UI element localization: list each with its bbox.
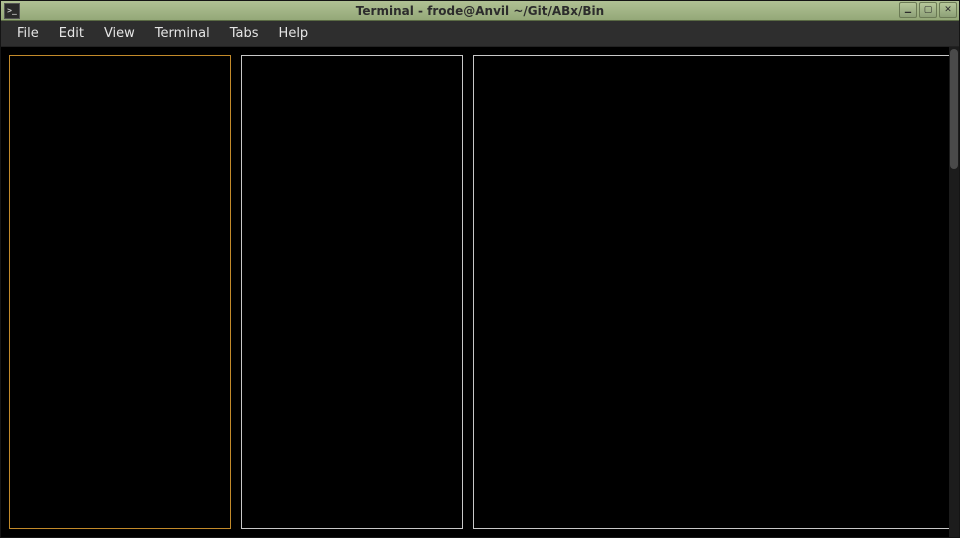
terminal-pane-3[interactable] xyxy=(473,55,951,529)
window-title: Terminal - frode@Anvil ~/Git/ABx/Bin xyxy=(1,4,959,18)
menu-help[interactable]: Help xyxy=(269,23,319,44)
window-titlebar[interactable]: Terminal - frode@Anvil ~/Git/ABx/Bin xyxy=(1,1,959,21)
terminal-icon xyxy=(4,3,20,19)
menu-file[interactable]: File xyxy=(7,23,49,44)
scrollbar-thumb[interactable] xyxy=(950,49,958,169)
terminal-pane-1[interactable] xyxy=(9,55,231,529)
menubar: File Edit View Terminal Tabs Help xyxy=(1,21,959,47)
menu-view[interactable]: View xyxy=(94,23,145,44)
terminal-pane-2[interactable] xyxy=(241,55,463,529)
terminal-content[interactable] xyxy=(1,47,959,537)
menu-edit[interactable]: Edit xyxy=(49,23,94,44)
menu-tabs[interactable]: Tabs xyxy=(220,23,269,44)
scrollbar-track[interactable] xyxy=(949,47,959,537)
minimize-button[interactable] xyxy=(899,2,917,18)
menu-terminal[interactable]: Terminal xyxy=(145,23,220,44)
maximize-button[interactable] xyxy=(919,2,937,18)
window-controls xyxy=(899,2,957,18)
close-button[interactable] xyxy=(939,2,957,18)
